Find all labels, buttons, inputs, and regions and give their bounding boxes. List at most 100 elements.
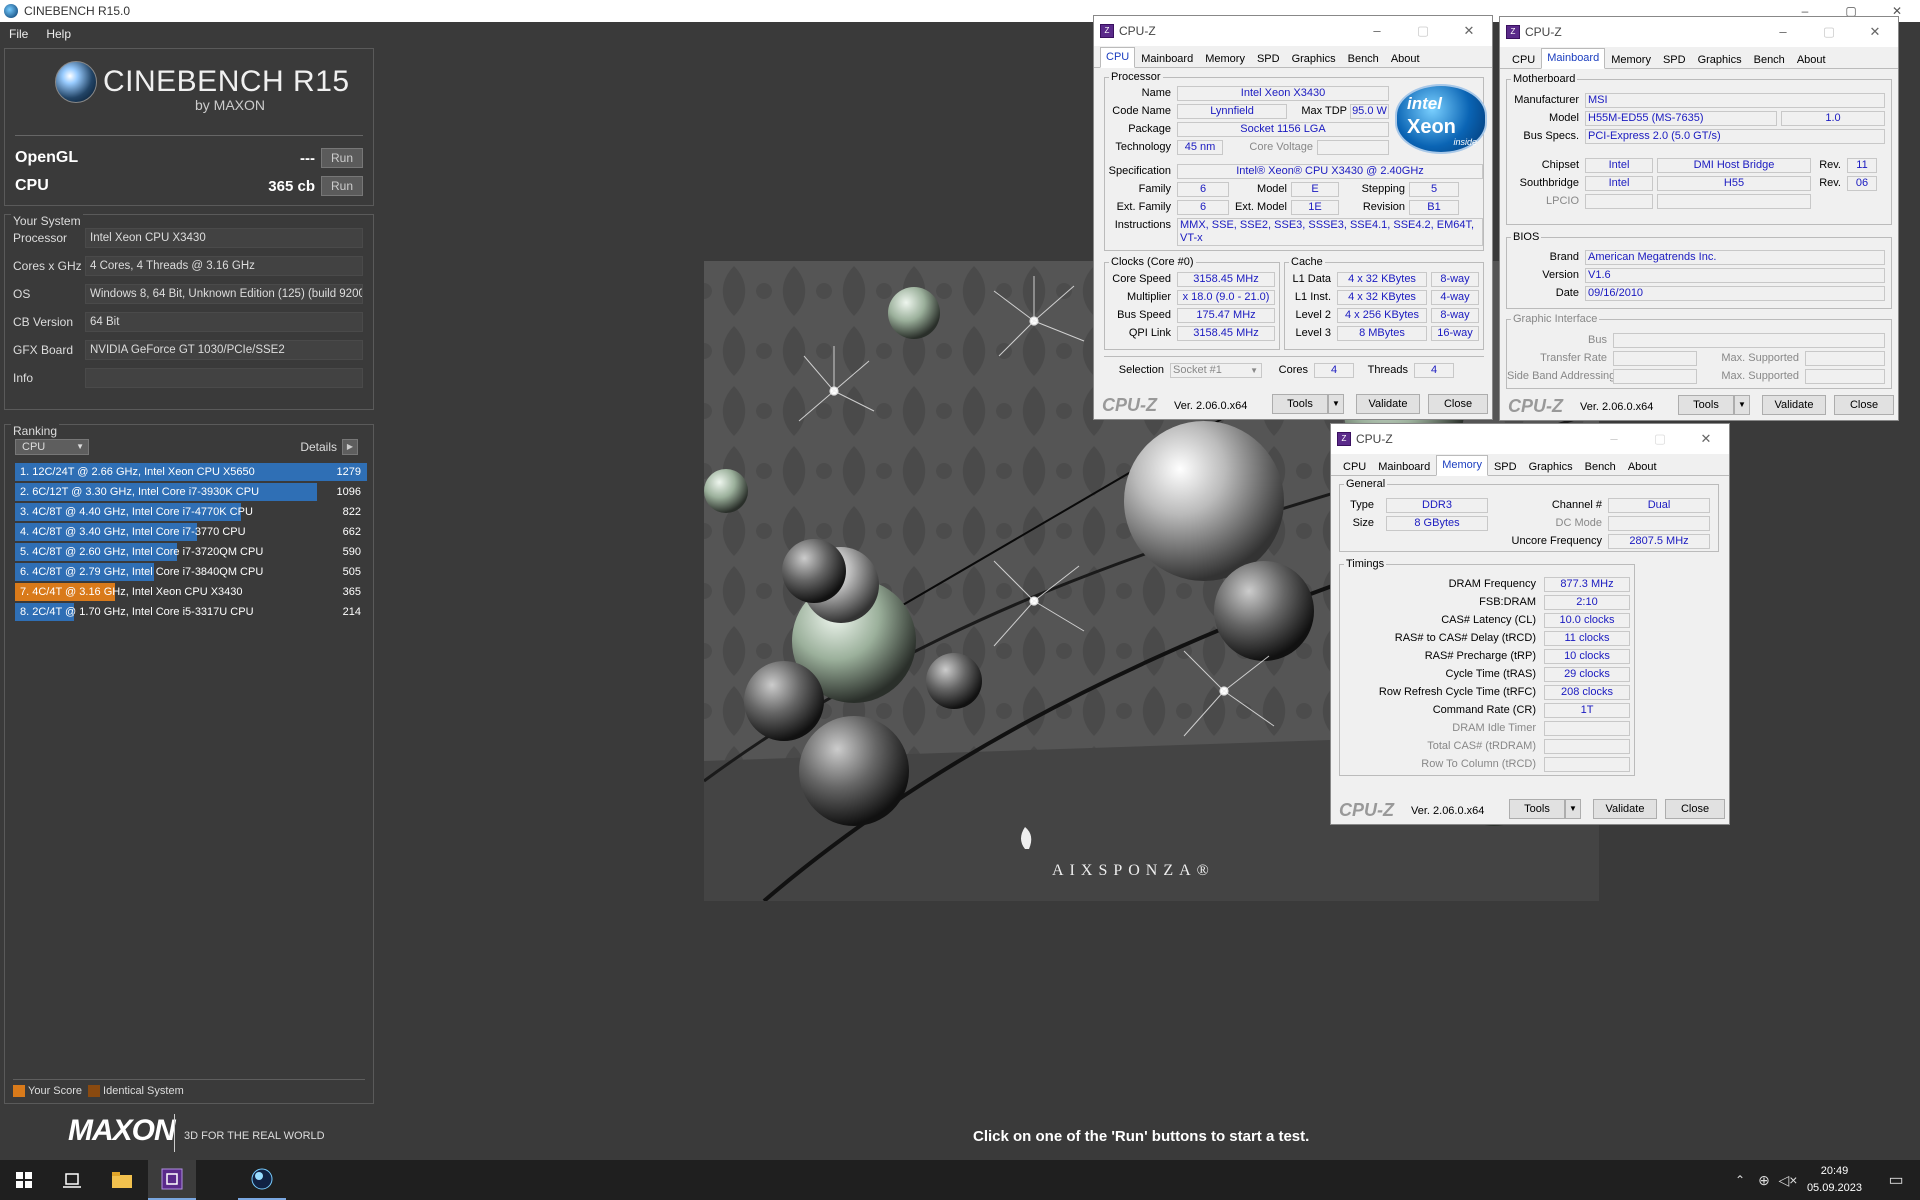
cpuz-close-button[interactable]: Close (1665, 799, 1725, 819)
timing-value (1544, 739, 1630, 754)
tab-about[interactable]: About (1791, 50, 1832, 68)
menu-help[interactable]: Help (37, 27, 80, 41)
run-cpu-button[interactable]: Run (321, 176, 363, 196)
tab-mainboard[interactable]: Mainboard (1135, 49, 1199, 67)
tab-memory[interactable]: Memory (1199, 49, 1251, 67)
taskbar-clock[interactable]: 20:49 05.09.2023 (1807, 1163, 1862, 1197)
l1-data-ways: 8-way (1431, 272, 1479, 287)
cpuz-close-button[interactable]: Close (1834, 395, 1894, 415)
info-input[interactable] (85, 368, 363, 388)
level3-value: 8 MBytes (1337, 326, 1427, 341)
ranking-select[interactable]: CPU ▼ (15, 439, 89, 455)
package-value: Socket 1156 LGA (1177, 122, 1389, 137)
max-tdp-value: 95.0 W (1350, 104, 1389, 119)
clocks-group: Clocks (Core #0) Core Speed 3158.45 MHz … (1104, 256, 1280, 350)
cpuz-taskbar-icon[interactable] (148, 1160, 196, 1200)
socket-select[interactable]: Socket #1 ▼ (1170, 363, 1262, 378)
ranking-row[interactable]: 2. 6C/12T @ 3.30 GHz, Intel Core i7-3930… (15, 483, 367, 501)
maximize-button[interactable]: ▢ (1637, 424, 1683, 454)
tab-cpu[interactable]: CPU (1506, 50, 1541, 68)
tab-spd[interactable]: SPD (1488, 457, 1523, 475)
bus-speed-value: 175.47 MHz (1177, 308, 1275, 323)
tools-button[interactable]: Tools (1509, 799, 1565, 819)
tab-bench[interactable]: Bench (1579, 457, 1622, 475)
southbridge-model-value: H55 (1657, 176, 1811, 191)
cinebench-taskbar-icon[interactable] (238, 1160, 286, 1200)
maximize-button[interactable]: ▢ (1806, 17, 1852, 47)
close-button[interactable]: ✕ (1683, 424, 1729, 454)
details-control[interactable]: Details ▶ (300, 439, 363, 455)
chevron-up-icon[interactable]: ⌃ (1728, 1160, 1752, 1200)
tools-dropdown-icon[interactable]: ▼ (1328, 394, 1344, 414)
tab-about[interactable]: About (1622, 457, 1663, 475)
tools-dropdown-icon[interactable]: ▼ (1734, 395, 1750, 415)
validate-button[interactable]: Validate (1762, 395, 1826, 415)
tools-dropdown-icon[interactable]: ▼ (1565, 799, 1581, 819)
system-key: Info (13, 371, 34, 385)
menu-file[interactable]: File (0, 27, 37, 41)
minimize-button[interactable]: – (1760, 17, 1806, 47)
cpuz-title: CPU-Z (1525, 25, 1562, 39)
notifications-icon[interactable]: ▭ (1872, 1160, 1920, 1200)
socket-select-value: Socket #1 (1173, 364, 1222, 376)
tools-button[interactable]: Tools (1272, 394, 1328, 414)
tab-cpu[interactable]: CPU (1100, 47, 1136, 68)
tools-button[interactable]: Tools (1678, 395, 1734, 415)
close-button[interactable]: ✕ (1852, 17, 1898, 47)
tab-memory[interactable]: Memory (1605, 50, 1657, 68)
tab-bench[interactable]: Bench (1342, 49, 1385, 67)
ranking-row[interactable]: 7. 4C/4T @ 3.16 GHz, Intel Xeon CPU X343… (15, 583, 367, 601)
minimize-button[interactable]: – (1591, 424, 1637, 454)
tab-about[interactable]: About (1385, 49, 1426, 67)
field-label: Revision (1362, 201, 1405, 213)
family-value: 6 (1177, 182, 1229, 197)
run-opengl-button[interactable]: Run (321, 148, 363, 168)
close-button[interactable]: ✕ (1446, 16, 1492, 46)
ranking-row[interactable]: 4. 4C/8T @ 3.40 GHz, Intel Core i7-3770 … (15, 523, 367, 541)
speaker-muted-icon[interactable]: ◁× (1776, 1160, 1800, 1200)
tab-graphics[interactable]: Graphics (1523, 457, 1579, 475)
system-value: Windows 8, 64 Bit, Unknown Edition (125)… (85, 284, 363, 304)
test-score-cpu: 365 cb (268, 177, 315, 195)
ranking-row[interactable]: 5. 4C/8T @ 2.60 GHz, Intel Core i7-3720Q… (15, 543, 367, 561)
tab-spd[interactable]: SPD (1251, 49, 1286, 67)
max-supported-value (1805, 369, 1885, 384)
file-explorer-icon[interactable] (98, 1160, 146, 1200)
tab-graphics[interactable]: Graphics (1692, 50, 1748, 68)
cpuz-app-icon: Z (1506, 25, 1520, 39)
windows-start-icon[interactable] (0, 1160, 48, 1200)
validate-button[interactable]: Validate (1593, 799, 1657, 819)
tab-mainboard[interactable]: Mainboard (1372, 457, 1436, 475)
network-globe-icon[interactable]: ⊕ (1752, 1160, 1776, 1200)
field-label: LPCIO (1545, 195, 1579, 207)
cpuz-close-button[interactable]: Close (1428, 394, 1488, 414)
field-label: QPI Link (1128, 327, 1171, 339)
tab-cpu[interactable]: CPU (1337, 457, 1372, 475)
intel-logo-text: intel (1407, 94, 1442, 113)
revision-value: B1 (1409, 200, 1459, 215)
test-label-opengl: OpenGL (15, 149, 79, 166)
ranking-score: 214 (342, 606, 361, 618)
ranking-row[interactable]: 6. 4C/8T @ 2.79 GHz, Intel Core i7-3840Q… (15, 563, 367, 581)
play-arrow-icon[interactable]: ▶ (342, 439, 358, 455)
task-view-icon[interactable] (48, 1160, 96, 1200)
minimize-button[interactable]: – (1354, 16, 1400, 46)
validate-button[interactable]: Validate (1356, 394, 1420, 414)
system-row: Info (13, 367, 363, 389)
tab-spd[interactable]: SPD (1657, 50, 1692, 68)
qpi-link-value: 3158.45 MHz (1177, 326, 1275, 341)
max-supported-value (1805, 351, 1885, 366)
dropdown-arrow-icon: ▼ (1250, 366, 1258, 375)
field-label: Threads (1367, 364, 1408, 376)
ranking-row[interactable]: 1. 12C/24T @ 2.66 GHz, Intel Xeon CPU X5… (15, 463, 367, 481)
timing-label: DRAM Frequency (1448, 578, 1536, 590)
tab-memory[interactable]: Memory (1436, 455, 1488, 476)
ranking-row[interactable]: 8. 2C/4T @ 1.70 GHz, Intel Core i5-3317U… (15, 603, 367, 621)
tab-graphics[interactable]: Graphics (1286, 49, 1342, 67)
system-row: Cores x GHz 4 Cores, 4 Threads @ 3.16 GHz (13, 255, 363, 277)
l1-inst-value: 4 x 32 KBytes (1337, 290, 1427, 305)
tab-mainboard[interactable]: Mainboard (1541, 48, 1606, 69)
maximize-button[interactable]: ▢ (1400, 16, 1446, 46)
ranking-row[interactable]: 3. 4C/8T @ 4.40 GHz, Intel Core i7-4770K… (15, 503, 367, 521)
tab-bench[interactable]: Bench (1748, 50, 1791, 68)
